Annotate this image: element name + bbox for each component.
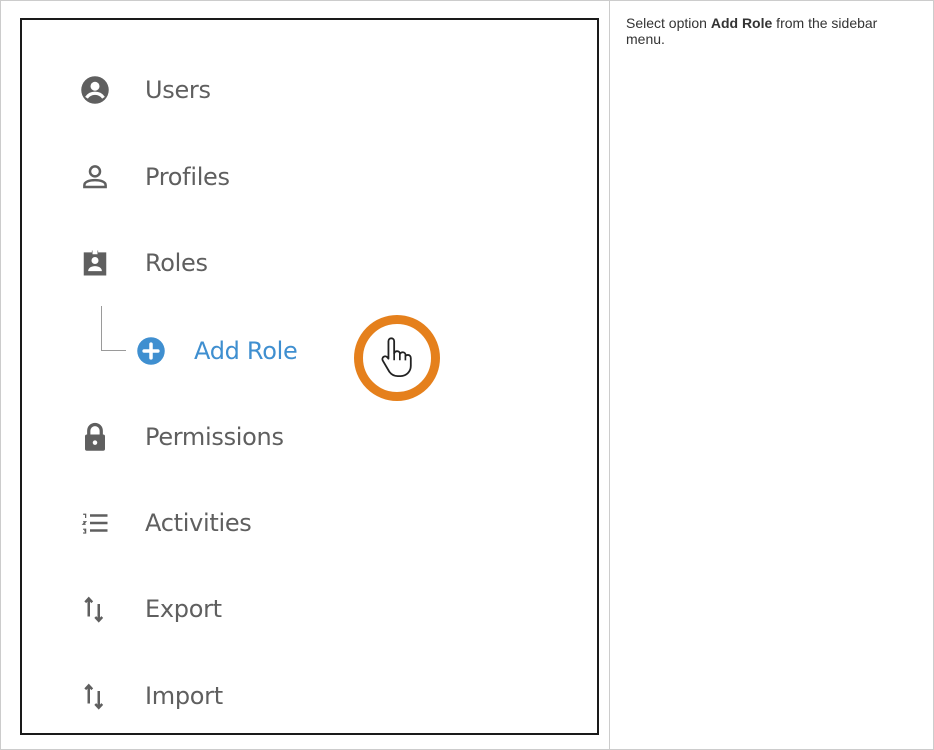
lock-icon — [80, 418, 118, 456]
format-list-numbered-icon — [80, 504, 118, 542]
sidebar-item-import[interactable]: Import — [80, 676, 223, 716]
sidebar-item-export[interactable]: Export — [80, 589, 222, 629]
sidebar-item-label: Import — [145, 682, 223, 710]
tree-connector — [101, 306, 126, 351]
click-highlight — [354, 315, 440, 401]
sidebar-item-label: Users — [145, 76, 211, 104]
instruction-emphasis: Add Role — [710, 15, 773, 31]
sidebar-item-permissions[interactable]: Permissions — [80, 417, 284, 457]
sidebar-item-users[interactable]: Users — [80, 70, 211, 110]
badge-clipboard-icon — [80, 244, 118, 282]
sidebar-item-activities[interactable]: Activities — [80, 503, 252, 543]
import-export-icon — [80, 590, 118, 628]
import-export-icon — [80, 677, 118, 715]
sidebar-item-add-role[interactable]: Add Role — [136, 331, 298, 371]
sidebar-item-label: Add Role — [194, 337, 298, 365]
sidebar-item-label: Export — [145, 595, 222, 623]
add-circle-icon — [136, 332, 174, 370]
sidebar-item-label: Profiles — [145, 163, 230, 191]
account-circle-icon — [80, 71, 118, 109]
instruction-cell: Select option Add Role from the sidebar … — [609, 0, 934, 750]
sidebar-item-label: Permissions — [145, 423, 284, 451]
person-outline-icon — [80, 158, 118, 196]
hand-pointer-icon — [379, 335, 415, 381]
sidebar-item-roles[interactable]: Roles — [80, 243, 208, 283]
sidebar-item-label: Roles — [145, 249, 208, 277]
sidebar-screenshot: Users Profiles Roles Add Role Permission… — [20, 18, 599, 735]
sidebar-item-profiles[interactable]: Profiles — [80, 157, 230, 197]
instruction-prefix: Select option — [626, 15, 711, 31]
sidebar-item-label: Activities — [145, 509, 252, 537]
